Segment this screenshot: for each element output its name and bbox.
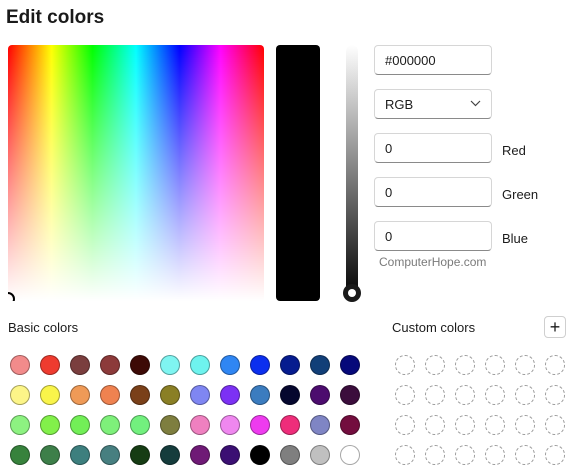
red-label: Red: [502, 143, 526, 158]
custom-color-slot[interactable]: [455, 385, 475, 405]
color-model-dropdown[interactable]: RGB: [374, 89, 492, 119]
basic-color-swatch[interactable]: [220, 355, 240, 375]
dialog-title: Edit colors: [6, 7, 105, 28]
basic-color-swatch[interactable]: [130, 355, 150, 375]
basic-color-swatch[interactable]: [280, 355, 300, 375]
custom-color-slot[interactable]: [515, 415, 535, 435]
basic-color-swatch[interactable]: [250, 415, 270, 435]
basic-color-swatch[interactable]: [340, 445, 360, 465]
basic-color-swatch[interactable]: [10, 385, 30, 405]
custom-color-slot[interactable]: [485, 445, 505, 465]
basic-color-swatch[interactable]: [70, 415, 90, 435]
custom-color-slot[interactable]: [545, 445, 565, 465]
basic-color-swatch[interactable]: [190, 445, 210, 465]
basic-color-swatch[interactable]: [100, 385, 120, 405]
custom-color-slot[interactable]: [485, 385, 505, 405]
basic-color-swatch[interactable]: [340, 355, 360, 375]
custom-color-slot[interactable]: [545, 385, 565, 405]
color-model-value: RGB: [385, 96, 414, 112]
basic-color-swatch[interactable]: [40, 385, 60, 405]
basic-color-swatch[interactable]: [310, 445, 330, 465]
basic-color-swatch[interactable]: [310, 415, 330, 435]
basic-color-swatch[interactable]: [40, 415, 60, 435]
red-value: 0: [385, 140, 393, 156]
basic-color-swatch[interactable]: [100, 415, 120, 435]
custom-color-slot[interactable]: [515, 355, 535, 375]
watermark: ComputerHope.com: [379, 255, 487, 269]
basic-color-swatch[interactable]: [190, 355, 210, 375]
basic-color-swatch[interactable]: [280, 415, 300, 435]
green-input[interactable]: 0: [374, 177, 492, 207]
basic-color-swatch[interactable]: [160, 385, 180, 405]
custom-color-slot[interactable]: [425, 415, 445, 435]
basic-color-swatch[interactable]: [190, 385, 210, 405]
basic-color-swatch[interactable]: [40, 355, 60, 375]
basic-color-swatch[interactable]: [130, 385, 150, 405]
basic-color-swatch[interactable]: [100, 445, 120, 465]
basic-color-swatch[interactable]: [340, 385, 360, 405]
brightness-slider[interactable]: [346, 45, 358, 301]
custom-color-slot[interactable]: [395, 445, 415, 465]
basic-color-swatch[interactable]: [160, 355, 180, 375]
color-preview: [276, 45, 320, 301]
chevron-down-icon: [470, 98, 481, 110]
basic-color-swatch[interactable]: [100, 355, 120, 375]
red-input[interactable]: 0: [374, 133, 492, 163]
custom-color-slot[interactable]: [485, 415, 505, 435]
basic-color-swatch[interactable]: [310, 385, 330, 405]
basic-color-swatch[interactable]: [40, 445, 60, 465]
basic-colors-label: Basic colors: [8, 320, 79, 335]
custom-color-slot[interactable]: [515, 445, 535, 465]
basic-color-swatch[interactable]: [250, 445, 270, 465]
green-label: Green: [502, 187, 539, 202]
basic-color-swatch[interactable]: [160, 415, 180, 435]
basic-color-swatch[interactable]: [310, 355, 330, 375]
green-value: 0: [385, 184, 393, 200]
basic-color-swatch[interactable]: [250, 385, 270, 405]
basic-color-swatch[interactable]: [10, 415, 30, 435]
blue-input[interactable]: 0: [374, 221, 492, 251]
custom-color-slot[interactable]: [455, 355, 475, 375]
basic-color-swatch[interactable]: [280, 445, 300, 465]
basic-color-swatch[interactable]: [220, 445, 240, 465]
basic-color-swatch[interactable]: [10, 445, 30, 465]
basic-color-swatch[interactable]: [70, 355, 90, 375]
basic-color-swatch[interactable]: [280, 385, 300, 405]
hex-value: #000000: [385, 52, 436, 68]
basic-color-swatch[interactable]: [220, 415, 240, 435]
custom-colors-label: Custom colors: [392, 320, 476, 335]
custom-color-slot[interactable]: [425, 385, 445, 405]
custom-color-slot[interactable]: [395, 415, 415, 435]
basic-color-swatch[interactable]: [70, 445, 90, 465]
basic-color-swatch[interactable]: [10, 355, 30, 375]
custom-color-slot[interactable]: [545, 355, 565, 375]
basic-color-swatch[interactable]: [250, 355, 270, 375]
basic-color-swatch[interactable]: [340, 415, 360, 435]
custom-color-slot[interactable]: [515, 385, 535, 405]
custom-color-slot[interactable]: [425, 445, 445, 465]
basic-color-swatch[interactable]: [70, 385, 90, 405]
spectrum-handle[interactable]: [8, 292, 15, 301]
basic-color-swatch[interactable]: [130, 445, 150, 465]
add-custom-color-button[interactable]: +: [544, 316, 566, 338]
basic-color-swatch[interactable]: [160, 445, 180, 465]
custom-color-slot[interactable]: [485, 355, 505, 375]
brightness-slider-thumb[interactable]: [343, 284, 361, 302]
color-spectrum[interactable]: [8, 45, 264, 301]
custom-color-slot[interactable]: [455, 415, 475, 435]
basic-color-swatch[interactable]: [220, 385, 240, 405]
blue-value: 0: [385, 228, 393, 244]
custom-color-slot[interactable]: [455, 445, 475, 465]
basic-color-swatch[interactable]: [130, 415, 150, 435]
custom-color-slot[interactable]: [425, 355, 445, 375]
custom-color-slot[interactable]: [395, 385, 415, 405]
custom-color-slot[interactable]: [395, 355, 415, 375]
blue-label: Blue: [502, 231, 529, 246]
hex-input[interactable]: #000000: [374, 45, 492, 75]
custom-color-slot[interactable]: [545, 415, 565, 435]
basic-color-swatch[interactable]: [190, 415, 210, 435]
